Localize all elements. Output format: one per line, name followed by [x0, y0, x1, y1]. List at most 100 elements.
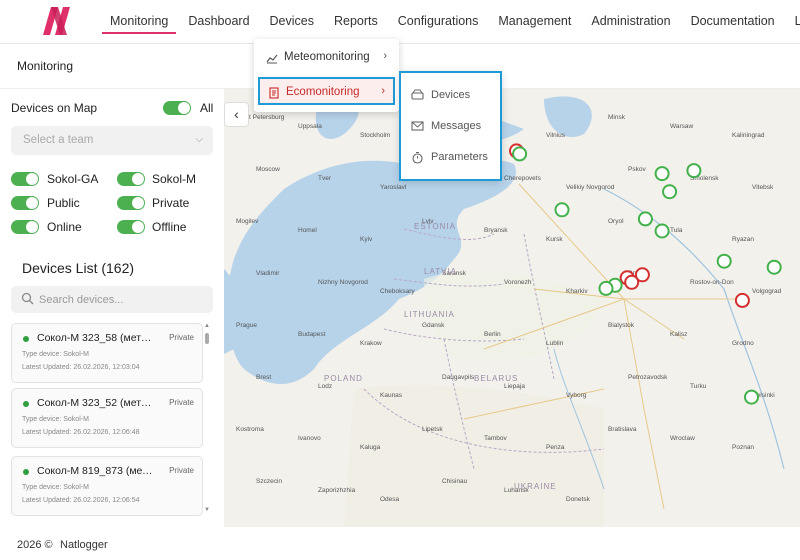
device-marker-online[interactable]	[654, 223, 670, 239]
device-marker-online[interactable]	[637, 211, 653, 227]
nav-logs[interactable]: Logs	[785, 0, 800, 44]
map-city-label: Stockholm	[360, 132, 390, 139]
map-city-label: Uppsala	[298, 123, 322, 130]
map-city-label: Kostroma	[236, 426, 264, 433]
nav-dashboard[interactable]: Dashboard	[178, 0, 259, 44]
team-select[interactable]: Select a team ⌵	[11, 126, 213, 155]
nav-configurations[interactable]: Configurations	[388, 0, 489, 44]
map-city-label: Kaluga	[360, 444, 381, 451]
device-type: Type device: Sokol-M	[22, 351, 89, 358]
device-marker-online[interactable]	[598, 280, 614, 296]
device-marker-online[interactable]	[554, 202, 570, 218]
map-city-label: Velikiy Novgorod	[566, 184, 615, 191]
devices-list-title: Devices List (162)	[22, 260, 135, 276]
map-city-label: Zaporizhzhia	[318, 487, 356, 494]
device-marker-online[interactable]	[744, 389, 759, 405]
devices-dropdown: Meteomonitoring › Ecomonitoring ›	[254, 39, 399, 112]
footer-copyright: 2026 ©	[17, 539, 53, 551]
devices-on-map-toggle[interactable]	[163, 101, 191, 115]
filter-label-sokol-m: Sokol-M	[152, 172, 197, 186]
nav-management[interactable]: Management	[488, 0, 581, 44]
map-city-label: Prague	[236, 322, 257, 329]
nav-documentation[interactable]: Documentation	[681, 0, 785, 44]
map-city-label: Lipetsk	[422, 426, 443, 433]
map-city-label: Lodz	[318, 383, 332, 390]
chevron-down-icon: ⌵	[195, 134, 203, 145]
filter-toggle-sokol-m[interactable]	[117, 172, 145, 186]
nav-devices[interactable]: Devices	[260, 0, 324, 44]
devices-on-map-label: Devices on Map	[11, 101, 98, 115]
submenu-item-label: Parameters	[431, 151, 488, 163]
map-city-label: Bratislava	[608, 426, 637, 433]
device-marker-offline[interactable]	[734, 292, 750, 308]
map-city-label: Ryazan	[732, 236, 754, 243]
device-search-input[interactable]	[39, 286, 209, 313]
map-city-label: Kursk	[546, 236, 563, 243]
filter-toggle-online[interactable]	[11, 220, 39, 234]
filter-label-offline: Offline	[152, 220, 187, 234]
map-city-label: Krakow	[360, 340, 382, 347]
menu-item-ecomonitoring[interactable]: Ecomonitoring ›	[258, 77, 395, 105]
scroll-up-arrow[interactable]: ▲	[204, 323, 210, 329]
map-city-label: Penza	[546, 444, 565, 451]
map-city-label: Donetsk	[566, 496, 591, 503]
device-card[interactable]: Сокол-М 323_52 (метеостанция) Private Ty…	[11, 388, 203, 448]
map-city-label: Vladimir	[256, 270, 280, 277]
device-name: Сокол-М 323_52 (метеостанция)	[37, 397, 155, 409]
online-status-dot	[23, 469, 29, 475]
scroll-down-arrow[interactable]: ▼	[204, 507, 210, 513]
map-canvas[interactable]: Saint PetersburgUppsalaStockholmTallinnR…	[224, 89, 800, 527]
map-city-label: Kaliningrad	[732, 132, 765, 139]
map-markers	[509, 143, 782, 405]
map-city-label: Szczecin	[256, 478, 282, 485]
map-city-label: Cheboksary	[380, 288, 415, 295]
document-icon	[269, 87, 279, 99]
device-marker-online[interactable]	[512, 146, 528, 162]
mail-icon	[411, 121, 424, 131]
map-country-label: LITHUANIA	[404, 310, 455, 319]
device-updated: Latest Updated: 26.02.2026, 12:06:54	[22, 497, 140, 504]
menu-item-meteomonitoring[interactable]: Meteomonitoring ›	[258, 44, 395, 72]
menu-item-label: Meteomonitoring	[284, 51, 370, 63]
map-city-label: Lublin	[546, 340, 564, 347]
submenu-item-parameters[interactable]: Parameters	[411, 147, 501, 169]
map-city-label: Minsk	[608, 114, 626, 121]
nav-reports[interactable]: Reports	[324, 0, 388, 44]
map-country-label: POLAND	[324, 374, 363, 383]
submenu-item-devices[interactable]: Devices	[411, 85, 501, 107]
nav-administration[interactable]: Administration	[581, 0, 680, 44]
filter-label-private: Private	[152, 196, 190, 210]
map-city-label: Tula	[670, 227, 683, 234]
device-list-scrollbar[interactable]	[205, 333, 209, 344]
map-city-label: Tver	[318, 175, 332, 182]
device-marker-online[interactable]	[662, 184, 678, 200]
online-status-dot	[23, 336, 29, 342]
device-map[interactable]: Saint PetersburgUppsalaStockholmTallinnR…	[224, 89, 800, 527]
device-card[interactable]: Сокол-М 819_873 (метеостанция) Private T…	[11, 456, 203, 516]
filter-toggle-sokol-ga[interactable]	[11, 172, 39, 186]
team-select-placeholder: Select a team	[23, 134, 94, 146]
device-name: Сокол-М 819_873 (метеостанция)	[37, 465, 155, 477]
device-marker-online[interactable]	[654, 166, 670, 182]
submenu-item-label: Messages	[431, 120, 482, 132]
natlogger-logo[interactable]	[40, 6, 76, 36]
submenu-item-messages[interactable]: Messages	[411, 116, 501, 138]
nav-monitoring[interactable]: Monitoring	[100, 0, 178, 44]
device-marker-online[interactable]	[716, 253, 732, 269]
map-city-label: Voronezh	[504, 279, 532, 286]
collapse-sidebar-button[interactable]: ‹	[224, 102, 249, 127]
device-updated: Latest Updated: 26.02.2026, 12:06:48	[22, 429, 140, 436]
filter-toggle-offline[interactable]	[117, 220, 145, 234]
device-type: Type device: Sokol-M	[22, 416, 89, 423]
device-marker-offline[interactable]	[634, 267, 650, 283]
lake-ladoga	[544, 96, 592, 138]
device-marker-online[interactable]	[766, 259, 782, 275]
map-city-label: Turku	[690, 383, 707, 390]
device-marker-online[interactable]	[686, 163, 702, 179]
filter-toggle-public[interactable]	[11, 196, 39, 210]
map-country-label: LATVIA	[424, 267, 457, 276]
filter-toggle-private[interactable]	[117, 196, 145, 210]
device-card[interactable]: Сокол-М 323_58 (метеостанция) Private Ty…	[11, 323, 203, 383]
map-city-label: Berlin	[484, 331, 501, 338]
map-city-label: Liepaja	[504, 383, 525, 390]
